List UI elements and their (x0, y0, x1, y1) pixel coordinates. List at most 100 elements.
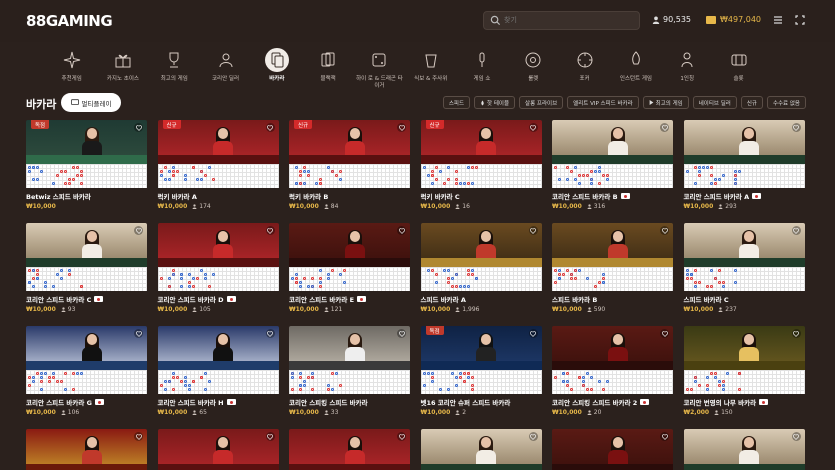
favorite-heart-icon[interactable] (397, 329, 406, 338)
game-thumbnail[interactable]: 신규 (289, 120, 410, 164)
favorite-heart-icon[interactable] (791, 329, 801, 338)
category-dice[interactable]: 하이 로 & 드래곤 타이거 (354, 44, 405, 94)
game-thumbnail[interactable] (683, 120, 805, 164)
favorite-heart-icon[interactable] (528, 123, 538, 132)
game-thumbnail[interactable]: 독점 (420, 326, 542, 370)
game-card[interactable] (157, 429, 279, 470)
category-poker-chip[interactable]: 포커 (559, 44, 610, 94)
favorite-heart-icon[interactable] (265, 329, 275, 338)
favorite-heart-icon[interactable] (791, 432, 801, 441)
game-card[interactable]: 독점 벳16 코리안 슈퍼 스피드 바카라 ₩10,000 2 (420, 326, 542, 416)
game-card[interactable]: 코리안 스피드 바카라 E ₩10,000 121 (289, 223, 410, 313)
search-box[interactable] (483, 11, 640, 30)
favorite-heart-icon[interactable] (791, 123, 801, 132)
favorite-heart-icon[interactable] (397, 123, 406, 132)
game-thumbnail[interactable] (26, 223, 147, 267)
game-thumbnail[interactable] (26, 326, 147, 370)
category-gift[interactable]: 카지노 초이스 (97, 44, 148, 94)
game-thumbnail[interactable] (289, 223, 410, 267)
favorite-heart-icon[interactable] (265, 123, 275, 132)
category-rocket[interactable]: 인스턴트 게임 (610, 44, 661, 94)
favorite-heart-icon[interactable] (660, 123, 669, 132)
game-card[interactable]: 신규 럭키 바카라 C ₩10,000 16 (420, 120, 542, 210)
category-trophy[interactable]: 최고의 게임 (149, 44, 200, 94)
category-roulette[interactable]: 룰렛 (508, 44, 559, 94)
menu-icon[interactable] (772, 14, 784, 26)
favorite-heart-icon[interactable] (660, 226, 669, 235)
game-card[interactable]: 코리안 스피킹 스피드 바카라 ₩10,000 33 (289, 326, 410, 416)
search-input[interactable] (504, 12, 634, 29)
category-dice-cup[interactable]: 식보 & 주사위 (405, 44, 456, 94)
game-card[interactable] (420, 429, 542, 470)
game-thumbnail[interactable] (289, 429, 410, 470)
favorite-heart-icon[interactable] (134, 226, 143, 235)
game-card[interactable] (289, 429, 410, 470)
game-card[interactable]: 코리안 스피드 바카라 A ₩10,000 293 (683, 120, 805, 210)
favorite-heart-icon[interactable] (265, 432, 275, 441)
category-sparkle[interactable]: 추천게임 (46, 44, 97, 94)
filter-chip[interactable]: 스피드 (442, 96, 471, 109)
game-card[interactable]: 코리안 스피드 바카라 C ₩10,000 93 (26, 223, 147, 313)
game-card[interactable]: 코리안 번영의 나무 바카라 ₩2,000 150 (683, 326, 805, 416)
game-thumbnail[interactable] (683, 223, 805, 267)
game-card[interactable]: 코리안 스피킹 스피드 바카라 2 ₩10,000 20 (552, 326, 673, 416)
filter-chip[interactable]: 엘리트 VIP 스피드 바카라 (567, 96, 639, 109)
favorite-heart-icon[interactable] (660, 329, 669, 338)
category-slot[interactable]: 슬롯 (713, 44, 764, 94)
favorite-heart-icon[interactable] (134, 432, 143, 441)
game-card[interactable]: 신규 럭키 바카라 B ₩10,000 84 (289, 120, 410, 210)
favorite-heart-icon[interactable] (528, 329, 538, 338)
game-card[interactable]: 코리안 스피드 바카라 B ₩10,000 316 (552, 120, 673, 210)
favorite-heart-icon[interactable] (528, 226, 538, 235)
game-card[interactable]: 독점 Betwiz 스피드 바카라 ₩10,000 (26, 120, 147, 210)
favorite-heart-icon[interactable] (134, 329, 143, 338)
game-thumbnail[interactable] (157, 223, 279, 267)
game-card[interactable]: 스피드 바카라 C ₩10,000 237 (683, 223, 805, 313)
category-dealer[interactable]: 코리안 딜러 (200, 44, 251, 94)
game-card[interactable]: 스피드 바카라 A ₩10,000 1,996 (420, 223, 542, 313)
favorite-heart-icon[interactable] (134, 123, 143, 132)
site-logo[interactable]: 88GAMING (26, 12, 113, 30)
filter-chip[interactable]: 신규 (740, 96, 763, 109)
game-card[interactable] (26, 429, 147, 470)
game-card[interactable]: 코리안 스피드 바카라 G ₩10,000 106 (26, 326, 147, 416)
filter-chip[interactable]: 최고의 게임 (642, 96, 689, 109)
favorite-heart-icon[interactable] (397, 432, 406, 441)
favorite-heart-icon[interactable] (791, 226, 801, 235)
game-card[interactable] (683, 429, 805, 470)
filter-chip[interactable]: 핫 테이블 (474, 96, 516, 109)
game-thumbnail[interactable] (157, 326, 279, 370)
category-mic[interactable]: 게임 쇼 (456, 44, 507, 94)
game-card[interactable] (552, 429, 673, 470)
filter-chip[interactable]: 네이티브 딜러 (692, 96, 737, 109)
filter-chip[interactable]: 수수료 없음 (766, 96, 806, 109)
game-thumbnail[interactable] (683, 326, 805, 370)
game-thumbnail[interactable] (552, 326, 673, 370)
game-thumbnail[interactable] (552, 223, 673, 267)
game-card[interactable]: 신규 럭키 바카라 A ₩10,000 174 (157, 120, 279, 210)
multiplay-button[interactable]: 멀티플레이 (61, 93, 121, 112)
category-baccarat[interactable]: 바카라 (251, 44, 302, 94)
game-thumbnail[interactable] (420, 429, 542, 470)
favorite-heart-icon[interactable] (265, 226, 275, 235)
filter-chip[interactable]: 살롱 프라이브 (519, 96, 564, 109)
game-thumbnail[interactable] (157, 429, 279, 470)
favorite-heart-icon[interactable] (397, 226, 406, 235)
category-cards[interactable]: 블랙잭 (302, 44, 353, 94)
game-thumbnail[interactable] (683, 429, 805, 470)
fullscreen-icon[interactable] (794, 14, 806, 26)
game-thumbnail[interactable] (420, 223, 542, 267)
game-card[interactable]: 스피드 바카라 B ₩10,000 590 (552, 223, 673, 313)
game-thumbnail[interactable] (26, 429, 147, 470)
game-card[interactable]: 코리안 스피드 바카라 H ₩10,000 65 (157, 326, 279, 416)
game-card[interactable]: 코리안 스피드 바카라 D ₩10,000 105 (157, 223, 279, 313)
game-thumbnail[interactable]: 독점 (26, 120, 147, 164)
category-person[interactable]: 1인칭 (662, 44, 713, 94)
game-thumbnail[interactable] (552, 120, 673, 164)
wallet-balance[interactable]: ₩497,040 (706, 15, 761, 24)
favorite-heart-icon[interactable] (660, 432, 669, 441)
game-thumbnail[interactable] (289, 326, 410, 370)
game-thumbnail[interactable]: 신규 (420, 120, 542, 164)
favorite-heart-icon[interactable] (528, 432, 538, 441)
game-thumbnail[interactable]: 신규 (157, 120, 279, 164)
